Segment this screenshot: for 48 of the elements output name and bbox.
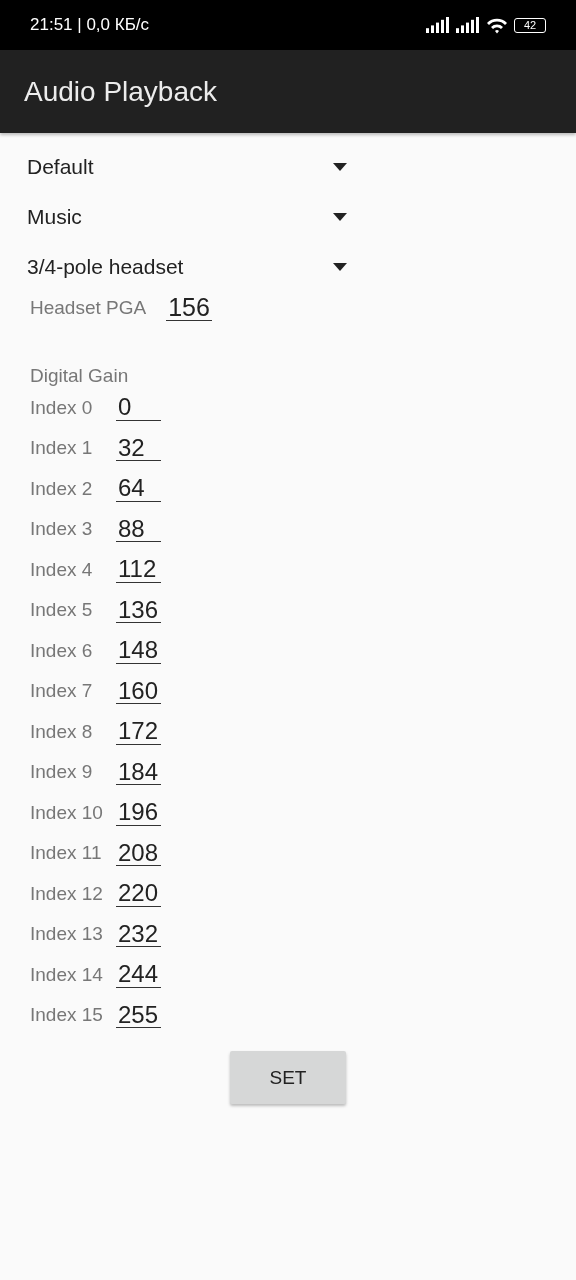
number-field[interactable]: 172 [116,718,161,745]
number-field[interactable]: 208 [116,839,161,867]
field-label: Index 12 [30,882,104,905]
app-title: Audio Playback [24,75,217,108]
number-field[interactable]: 160 [116,677,161,705]
dropdown[interactable]: 3/4-pole headset [27,242,347,292]
number-field[interactable]: 0 [116,394,161,421]
field-label: Index 9 [30,761,94,783]
field-label: Index 14 [30,963,104,986]
dropdown-arrow-icon [333,163,347,171]
field-label: Index 11 [30,842,103,864]
number-field[interactable]: 184 [116,758,161,786]
field-label: Index 0 [30,396,94,419]
field-label: Index 6 [30,639,94,662]
status-time: 21:51 | 0,0 КБ/с [30,15,150,35]
wifi-icon [486,16,508,34]
field-label: Index 13 [30,923,104,945]
set-button[interactable]: SET [230,1051,346,1105]
number-field[interactable]: 244 [116,961,161,988]
number-field[interactable]: 112 [116,556,161,583]
dropdown[interactable]: Music [27,192,347,242]
number-field[interactable]: 196 [116,799,161,826]
signal-icon [426,17,450,33]
number-field[interactable]: 148 [116,637,161,664]
field-label: Index 15 [30,1004,104,1026]
field-label: Index 3 [30,518,94,540]
number-field[interactable]: 232 [116,920,161,948]
field-label: Index 2 [30,477,94,500]
field-label: Index 4 [30,558,94,581]
dropdown-arrow-icon [333,213,347,221]
field-label: Index 1 [30,437,94,459]
signal-icon [456,17,480,33]
number-field[interactable]: 136 [116,596,161,624]
number-field[interactable]: 220 [116,880,161,907]
number-field[interactable]: 156 [166,294,212,322]
section-title: Digital Gain [30,365,130,388]
number-field[interactable]: 64 [116,475,161,502]
field-label: Index 8 [30,720,94,743]
dropdown[interactable]: Default [27,142,347,192]
battery-icon: 42 [514,17,546,33]
field-label: Index 7 [30,680,94,702]
number-field[interactable]: 32 [116,434,161,462]
number-field[interactable]: 255 [116,1001,161,1029]
number-field[interactable]: 88 [116,515,161,543]
field-label: Headset PGA [30,296,147,319]
field-label: Index 10 [30,801,104,824]
dropdown-arrow-icon [333,263,347,271]
field-label: Index 5 [30,599,94,621]
